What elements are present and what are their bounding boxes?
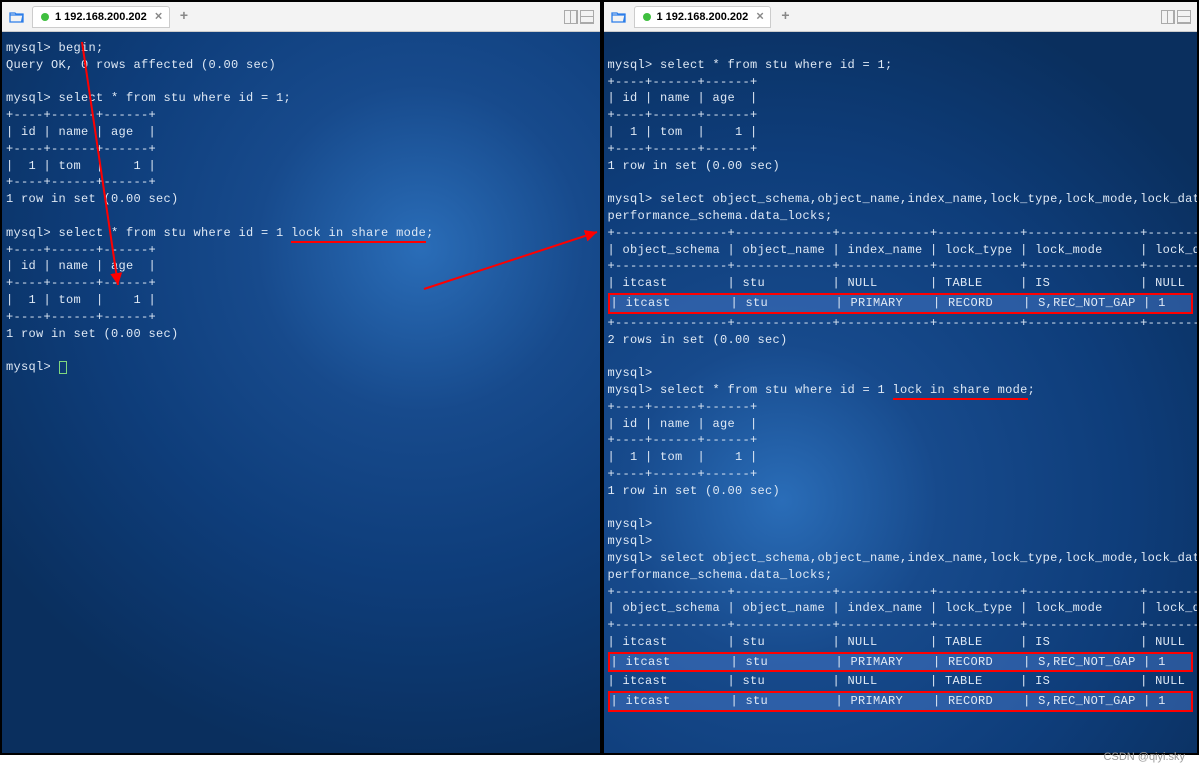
status-dot-icon: [41, 13, 49, 21]
term-line: Query OK, 0 rows affected (0.00 sec): [6, 57, 596, 74]
term-line: +----+------+------+: [608, 466, 1194, 483]
term-line: [608, 40, 1194, 57]
highlighted-row: | itcast | stu | PRIMARY | RECORD | S,RE…: [608, 691, 1194, 712]
tab-label: 1 192.168.200.202: [657, 11, 749, 23]
open-folder-icon[interactable]: [610, 8, 628, 26]
term-line: +----+------+------+: [6, 242, 596, 259]
term-line: [608, 500, 1194, 517]
term-line: | itcast | stu | NULL | TABLE | IS | NUL…: [608, 634, 1194, 651]
right-pane: 1 192.168.200.202 ✕ + mysql> select * fr…: [600, 2, 1198, 753]
term-line: | itcast | stu | NULL | TABLE | IS | NUL…: [608, 275, 1194, 292]
term-line: 1 row in set (0.00 sec): [6, 191, 596, 208]
grid-view-icon[interactable]: [564, 10, 578, 24]
term-line: performance_schema.data_locks;: [608, 567, 1194, 584]
red-underline: lock in share mode: [893, 383, 1028, 400]
term-line: performance_schema.data_locks;: [608, 208, 1194, 225]
term-line: | 1 | tom | 1 |: [608, 449, 1194, 466]
term-line: | id | name | age |: [6, 124, 596, 141]
connection-tab[interactable]: 1 192.168.200.202 ✕: [32, 6, 170, 28]
add-tab-button[interactable]: +: [176, 9, 192, 25]
term-line: [6, 342, 596, 359]
status-dot-icon: [643, 13, 651, 21]
term-line: +---------------+-------------+---------…: [608, 225, 1194, 242]
term-line: 1 row in set (0.00 sec): [6, 326, 596, 343]
term-line: mysql>: [608, 516, 1194, 533]
term-line: +----+------+------+: [608, 141, 1194, 158]
close-icon[interactable]: ✕: [154, 11, 162, 22]
term-line: 1 row in set (0.00 sec): [608, 483, 1194, 500]
term-line: mysql> select object_schema,object_name,…: [608, 191, 1194, 208]
red-underline: lock in share mode: [291, 226, 426, 243]
term-line: | id | name | age |: [6, 258, 596, 275]
split-view: 1 192.168.200.202 ✕ + mysql> begin; Quer…: [0, 0, 1199, 755]
term-line: mysql> select * from stu where id = 1 lo…: [6, 225, 596, 242]
term-line: 1 row in set (0.00 sec): [608, 158, 1194, 175]
term-line: | 1 | tom | 1 |: [6, 292, 596, 309]
view-mode-toggle[interactable]: [1161, 10, 1191, 24]
term-line: +----+------+------+: [6, 107, 596, 124]
term-line: | 1 | tom | 1 |: [6, 158, 596, 175]
term-line: [608, 348, 1194, 365]
term-line: +---------------+-------------+---------…: [608, 258, 1194, 275]
term-line: [6, 74, 596, 91]
highlighted-row: | itcast | stu | PRIMARY | RECORD | S,RE…: [608, 652, 1194, 673]
term-line: +----+------+------+: [6, 174, 596, 191]
term-line: [608, 174, 1194, 191]
tab-label: 1 192.168.200.202: [55, 11, 147, 23]
term-line: mysql> begin;: [6, 40, 596, 57]
term-line: +---------------+-------------+---------…: [608, 617, 1194, 634]
list-view-icon[interactable]: [580, 10, 594, 24]
term-line: | id | name | age |: [608, 416, 1194, 433]
term-line: | object_schema | object_name | index_na…: [608, 600, 1194, 617]
connection-tab[interactable]: 1 192.168.200.202 ✕: [634, 6, 772, 28]
term-line: +----+------+------+: [608, 74, 1194, 91]
term-line: +----+------+------+: [608, 107, 1194, 124]
tab-bar-right: 1 192.168.200.202 ✕ +: [604, 2, 1198, 32]
term-line: +----+------+------+: [6, 309, 596, 326]
view-mode-toggle[interactable]: [564, 10, 594, 24]
term-line: mysql> select object_schema,object_name,…: [608, 550, 1194, 567]
term-line: [6, 208, 596, 225]
term-line: mysql> select * from stu where id = 1;: [608, 57, 1194, 74]
close-icon[interactable]: ✕: [756, 11, 764, 22]
term-line: mysql>: [608, 365, 1194, 382]
term-line: mysql>: [608, 533, 1194, 550]
add-tab-button[interactable]: +: [777, 9, 793, 25]
term-line: | id | name | age |: [608, 90, 1194, 107]
grid-view-icon[interactable]: [1161, 10, 1175, 24]
term-line: +----+------+------+: [6, 275, 596, 292]
cursor-icon: [59, 361, 67, 374]
term-line: | itcast | stu | NULL | TABLE | IS | NUL…: [608, 673, 1194, 690]
tab-bar-left: 1 192.168.200.202 ✕ +: [2, 2, 600, 32]
term-line: +---------------+-------------+---------…: [608, 315, 1194, 332]
term-line: +----+------+------+: [6, 141, 596, 158]
highlighted-row: | itcast | stu | PRIMARY | RECORD | S,RE…: [608, 293, 1194, 314]
term-line: 2 rows in set (0.00 sec): [608, 332, 1194, 349]
term-line: +----+------+------+: [608, 432, 1194, 449]
watermark: CSDN @qiyi.sky: [1104, 751, 1185, 763]
terminal-right[interactable]: mysql> select * from stu where id = 1; +…: [604, 32, 1198, 753]
term-prompt: mysql>: [6, 359, 596, 376]
term-line: | object_schema | object_name | index_na…: [608, 242, 1194, 259]
open-folder-icon[interactable]: [8, 8, 26, 26]
term-line: mysql> select * from stu where id = 1;: [6, 90, 596, 107]
term-line: +----+------+------+: [608, 399, 1194, 416]
left-pane: 1 192.168.200.202 ✕ + mysql> begin; Quer…: [2, 2, 600, 753]
term-line: +---------------+-------------+---------…: [608, 584, 1194, 601]
terminal-left[interactable]: mysql> begin; Query OK, 0 rows affected …: [2, 32, 600, 753]
term-line: | 1 | tom | 1 |: [608, 124, 1194, 141]
term-line: mysql> select * from stu where id = 1 lo…: [608, 382, 1194, 399]
list-view-icon[interactable]: [1177, 10, 1191, 24]
